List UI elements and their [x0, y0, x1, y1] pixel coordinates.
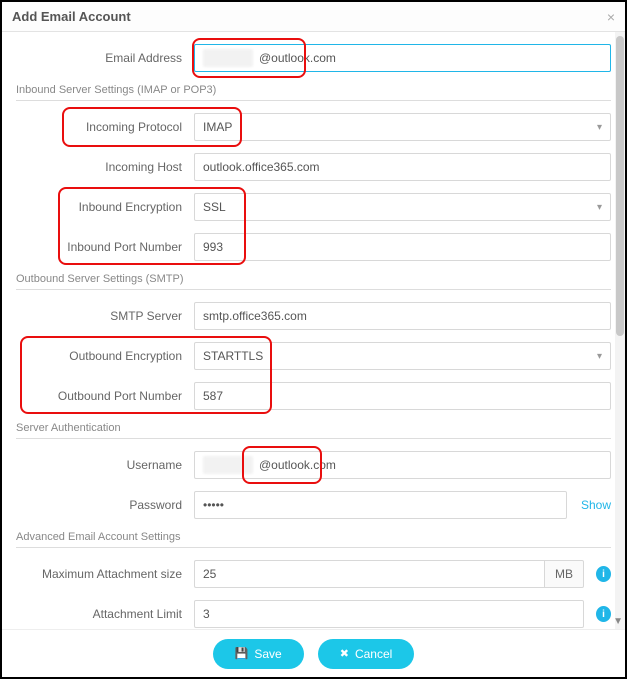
chevron-down-icon: ▾ [597, 122, 602, 133]
outbound-encryption-select[interactable]: STARTTLS ▾ [194, 342, 611, 370]
show-password-link[interactable]: Show [581, 498, 611, 512]
section-advanced-title: Advanced Email Account Settings [16, 531, 611, 543]
incoming-host-input[interactable]: outlook.office365.com [194, 153, 611, 181]
label-smtp-server: SMTP Server [16, 309, 186, 323]
max-attachment-size-value: 25 [203, 567, 216, 581]
row-inbound-port: Inbound Port Number 993 [16, 233, 611, 261]
label-username: Username [16, 458, 186, 472]
add-email-account-modal: Add Email Account × Email Address @outlo… [0, 0, 627, 679]
outbound-port-input[interactable]: 587 [194, 382, 611, 410]
label-incoming-protocol: Incoming Protocol [16, 120, 186, 134]
section-advanced-rule [16, 547, 611, 548]
max-attachment-size-input[interactable]: 25 [194, 560, 544, 588]
section-inbound-title: Inbound Server Settings (IMAP or POP3) [16, 84, 611, 96]
save-button-label: Save [254, 647, 281, 661]
email-address-input[interactable]: @outlook.com [194, 44, 611, 72]
label-attachment-limit: Attachment Limit [16, 607, 186, 621]
chevron-down-icon: ▾ [597, 351, 602, 362]
section-inbound-rule [16, 100, 611, 101]
incoming-protocol-select[interactable]: IMAP ▾ [194, 113, 611, 141]
password-value: ••••• [203, 498, 224, 512]
section-auth-title: Server Authentication [16, 422, 611, 434]
row-username: Username @outlook.com [16, 451, 611, 479]
label-inbound-port: Inbound Port Number [16, 240, 186, 254]
row-outbound-encryption: Outbound Encryption STARTTLS ▾ [16, 342, 611, 370]
label-outbound-port: Outbound Port Number [16, 389, 186, 403]
scrollbar-track[interactable] [615, 32, 625, 629]
smtp-server-input[interactable]: smtp.office365.com [194, 302, 611, 330]
cancel-button-label: Cancel [355, 647, 392, 661]
row-outbound-port: Outbound Port Number 587 [16, 382, 611, 410]
label-email-address: Email Address [16, 51, 186, 65]
section-outbound-title: Outbound Server Settings (SMTP) [16, 273, 611, 285]
password-input[interactable]: ••••• [194, 491, 567, 519]
smtp-server-value: smtp.office365.com [203, 309, 307, 323]
row-password: Password ••••• Show [16, 491, 611, 519]
close-icon[interactable]: × [607, 9, 615, 25]
inbound-encryption-select[interactable]: SSL ▾ [194, 193, 611, 221]
chevron-down-icon: ▾ [597, 202, 602, 213]
scrollbar-thumb[interactable] [616, 36, 624, 336]
redacted-block [203, 49, 253, 67]
incoming-host-value: outlook.office365.com [203, 160, 320, 174]
row-email-address: Email Address @outlook.com [16, 44, 611, 72]
row-smtp-server: SMTP Server smtp.office365.com [16, 302, 611, 330]
row-attachment-limit: Attachment Limit 3 i [16, 600, 611, 628]
info-icon[interactable]: i [596, 566, 611, 582]
modal-footer: 💾 Save ✖ Cancel [2, 629, 625, 677]
max-attachment-size-unit: MB [544, 560, 584, 588]
username-input[interactable]: @outlook.com [194, 451, 611, 479]
section-outbound-rule [16, 289, 611, 290]
outbound-encryption-value: STARTTLS [203, 349, 263, 363]
inbound-port-value: 993 [203, 240, 223, 254]
redacted-block [203, 456, 253, 474]
inbound-port-input[interactable]: 993 [194, 233, 611, 261]
modal-header: Add Email Account × [2, 2, 625, 32]
email-address-value: @outlook.com [259, 51, 336, 65]
label-incoming-host: Incoming Host [16, 160, 186, 174]
cancel-icon: ✖ [340, 647, 349, 660]
label-password: Password [16, 498, 186, 512]
row-inbound-encryption: Inbound Encryption SSL ▾ [16, 193, 611, 221]
save-icon: 💾 [235, 647, 249, 660]
row-incoming-host: Incoming Host outlook.office365.com [16, 153, 611, 181]
attachment-limit-value: 3 [203, 607, 210, 621]
info-icon[interactable]: i [596, 606, 611, 622]
outbound-port-value: 587 [203, 389, 223, 403]
cancel-button[interactable]: ✖ Cancel [318, 639, 415, 669]
row-incoming-protocol: Incoming Protocol IMAP ▾ [16, 113, 611, 141]
label-outbound-encryption: Outbound Encryption [16, 349, 186, 363]
label-max-attachment-size: Maximum Attachment size [16, 567, 186, 581]
username-value: @outlook.com [259, 458, 336, 472]
section-auth-rule [16, 438, 611, 439]
row-max-attachment-size: Maximum Attachment size 25 MB i [16, 560, 611, 588]
modal-body: Email Address @outlook.com Inbound Serve… [2, 32, 625, 629]
attachment-limit-input[interactable]: 3 [194, 600, 584, 628]
inbound-encryption-value: SSL [203, 200, 226, 214]
label-inbound-encryption: Inbound Encryption [16, 200, 186, 214]
modal-title: Add Email Account [12, 9, 131, 24]
incoming-protocol-value: IMAP [203, 120, 232, 134]
scroll-down-caret-icon[interactable]: ▼ [613, 616, 623, 627]
save-button[interactable]: 💾 Save [213, 639, 304, 669]
